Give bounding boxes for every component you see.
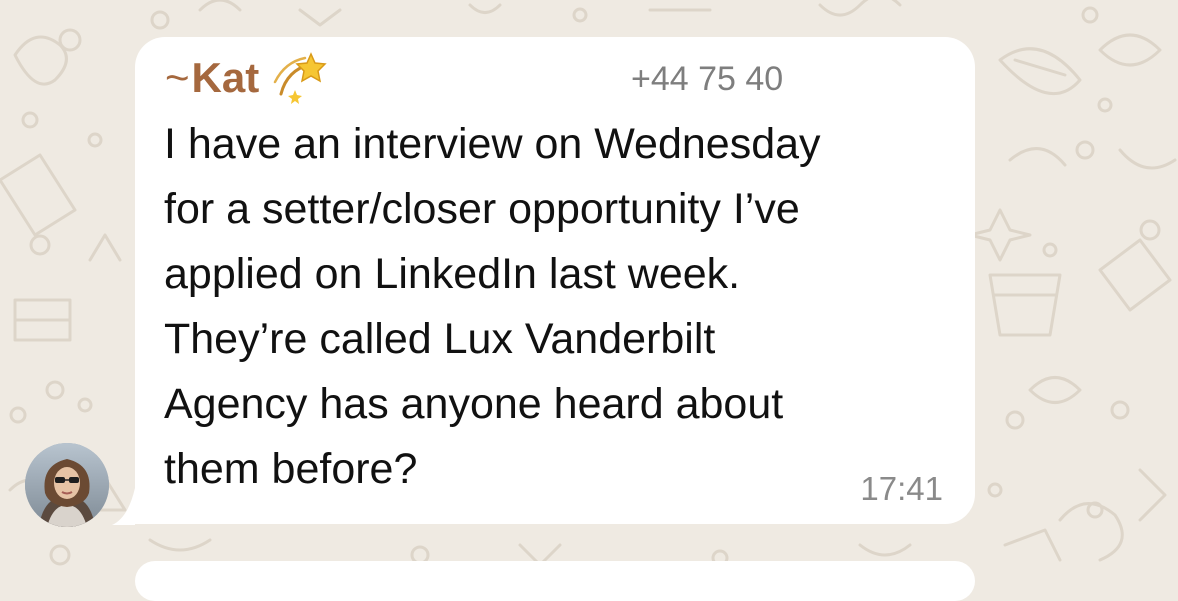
message-line: for a setter/closer opportunity I’ve (164, 185, 800, 233)
dizzy-star-icon (271, 50, 327, 106)
message-line: them before? (164, 445, 418, 493)
message-line: Agency has anyone heard about (164, 380, 784, 428)
sender-name[interactable]: Kat (192, 54, 260, 102)
message-line: They’re called Lux Vanderbilt (164, 315, 716, 363)
sender-avatar[interactable] (25, 443, 109, 527)
message-timestamp: 17:41 (860, 470, 943, 507)
sender-phone: +44 75 40 (631, 60, 784, 98)
sender-label[interactable]: ~ Kat (165, 52, 327, 104)
message-line: applied on LinkedIn last week. (164, 250, 741, 298)
message-line: I have an interview on Wednesday (164, 120, 821, 168)
next-message-bubble[interactable] (135, 561, 975, 601)
sender-prefix: ~ (165, 54, 190, 101)
message-text[interactable]: I have an interview on Wednesday for a s… (164, 112, 954, 502)
